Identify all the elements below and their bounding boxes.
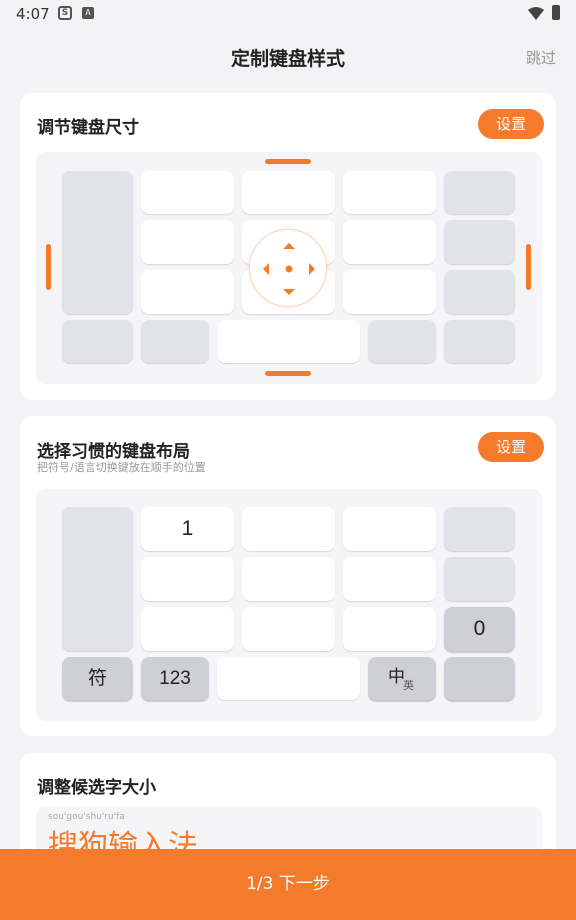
lang-en-label: 英: [403, 680, 414, 692]
keyboard-key: [141, 607, 234, 651]
keyboard-key: [444, 507, 515, 551]
keyboard-key: [141, 557, 234, 601]
keyboard-key: [343, 171, 436, 214]
keyboard-key: [62, 320, 133, 363]
wifi-icon: [528, 7, 544, 20]
keyboard-key: [141, 171, 234, 214]
keyboard-key: [444, 657, 515, 700]
next-step-button[interactable]: 1/3 下一步: [0, 849, 576, 920]
keyboard-key: [343, 607, 436, 651]
keyboard-key: [62, 507, 133, 651]
battery-icon: [552, 5, 560, 20]
keyboard-key: [242, 171, 335, 214]
key-lang-switch: 中 英: [368, 657, 436, 700]
candidate-size-title: 调整候选字大小: [37, 778, 156, 798]
keyboard-key: [444, 557, 515, 601]
keyboard-key: [444, 270, 515, 314]
resize-handle-top[interactable]: [265, 159, 311, 164]
keyboard-layout-preview: 1 0 符 123 中 英: [36, 489, 542, 721]
keyboard-key: [343, 507, 436, 551]
keyboard-key: [444, 171, 515, 214]
keyboard-key: [343, 220, 436, 264]
resize-handle-bottom[interactable]: [265, 371, 311, 376]
keyboard-layout-card: 选择习惯的键盘布局 把符号/语言切换键放在顺手的位置 设置 1 0 符 123 …: [20, 416, 556, 736]
keyboard-size-card: 调节键盘尺寸 设置: [20, 93, 556, 400]
key-number: 123: [141, 657, 209, 700]
keyboard-size-preview: [36, 152, 542, 384]
keyboard-key: [62, 171, 133, 314]
keyboard-key: [242, 557, 335, 601]
key-symbol: 符: [62, 657, 133, 700]
keyboard-key: [444, 320, 515, 363]
keyboard-size-set-button[interactable]: 设置: [478, 109, 544, 139]
sogou-notification-icon: S: [58, 6, 72, 20]
page-title: 定制键盘样式: [230, 48, 345, 70]
keyboard-key: [368, 320, 436, 363]
keyboard-key: [141, 320, 209, 363]
resize-handle-left[interactable]: [46, 244, 51, 290]
keyboard-key: [141, 270, 234, 314]
keyboard-key: [444, 220, 515, 264]
keyboard-layout-subtitle: 把符号/语言切换键放在顺手的位置: [37, 461, 206, 474]
move-keyboard-control[interactable]: [249, 229, 327, 307]
keyboard-key: [141, 220, 234, 264]
key-one: 1: [141, 507, 234, 551]
key-zero: 0: [444, 607, 515, 651]
status-time: 4:07: [16, 5, 50, 23]
app-notification-icon: A: [82, 7, 94, 19]
keyboard-key: [217, 320, 360, 363]
resize-handle-right[interactable]: [526, 244, 531, 290]
keyboard-key: [242, 507, 335, 551]
keyboard-key: [343, 270, 436, 314]
skip-button[interactable]: 跳过: [526, 47, 556, 68]
status-bar: 4:07 S A: [0, 0, 576, 30]
keyboard-layout-set-button[interactable]: 设置: [478, 432, 544, 462]
key-space: [217, 657, 360, 700]
keyboard-size-title: 调节键盘尺寸: [37, 118, 139, 138]
keyboard-key: [343, 557, 436, 601]
move-arrows-icon: [263, 243, 315, 295]
keyboard-key: [242, 607, 335, 651]
